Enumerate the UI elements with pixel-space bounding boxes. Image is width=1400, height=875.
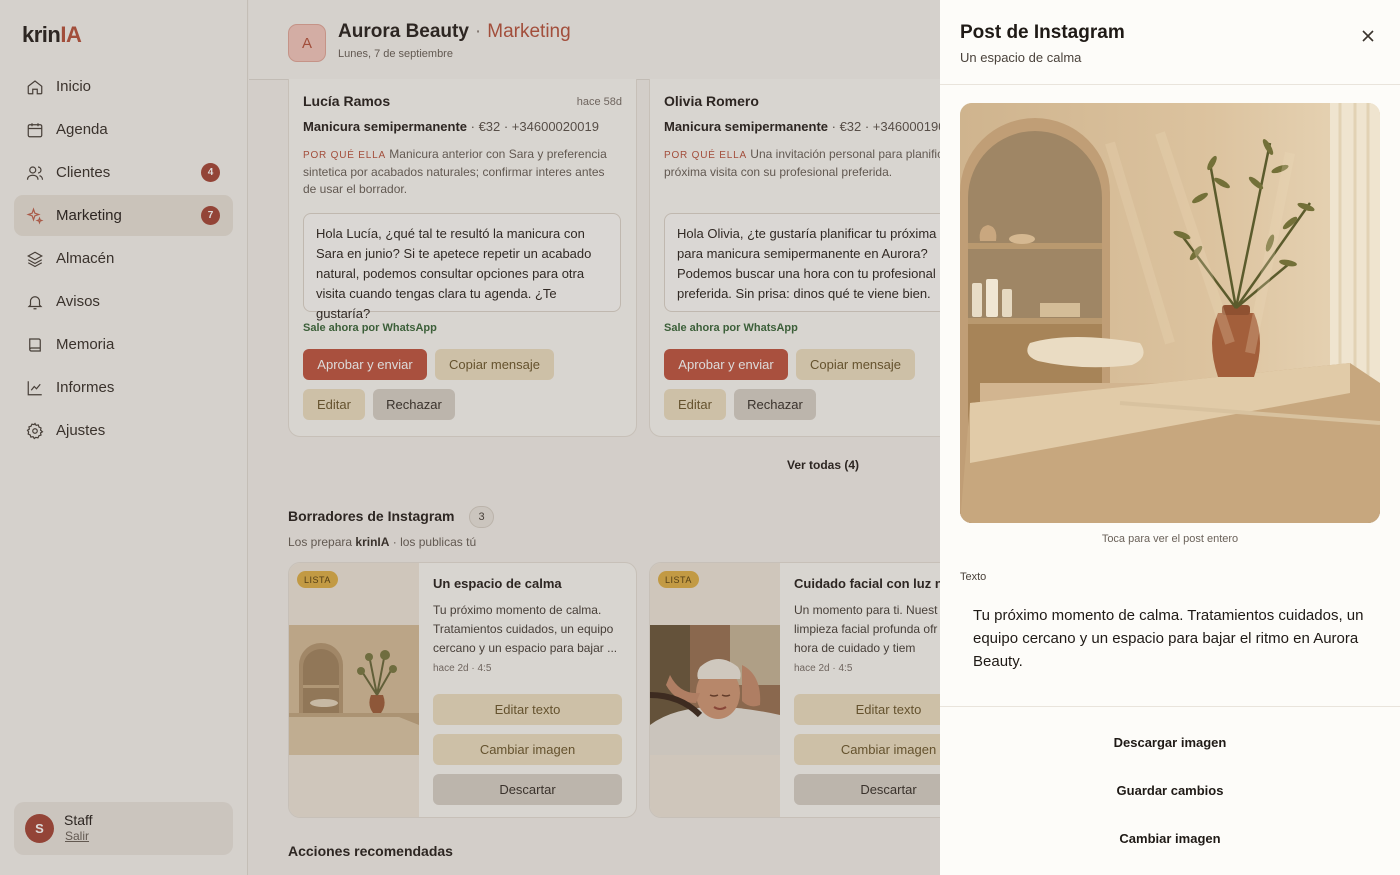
save-changes-button[interactable]: Guardar cambios: [940, 770, 1400, 810]
change-image-button[interactable]: Cambiar imagen: [940, 818, 1400, 858]
download-image-button[interactable]: Descargar imagen: [940, 722, 1400, 762]
text-field-label: Texto: [960, 571, 987, 583]
post-image[interactable]: [960, 103, 1380, 523]
post-text-field[interactable]: Tu próximo momento de calma. Tratamiento…: [973, 604, 1373, 673]
panel-subtitle: Un espacio de calma: [960, 50, 1082, 65]
modal-backdrop[interactable]: [0, 0, 940, 875]
spa-room-image: [960, 103, 1380, 523]
panel-title: Post de Instagram: [960, 22, 1125, 43]
close-button[interactable]: [1358, 26, 1378, 46]
image-hint: Toca para ver el post entero: [1101, 533, 1239, 545]
divider: [940, 706, 1400, 707]
instagram-post-panel: Post de Instagram Un espacio de calma To…: [940, 0, 1400, 875]
divider: [940, 84, 1400, 85]
close-icon: [1362, 30, 1374, 42]
